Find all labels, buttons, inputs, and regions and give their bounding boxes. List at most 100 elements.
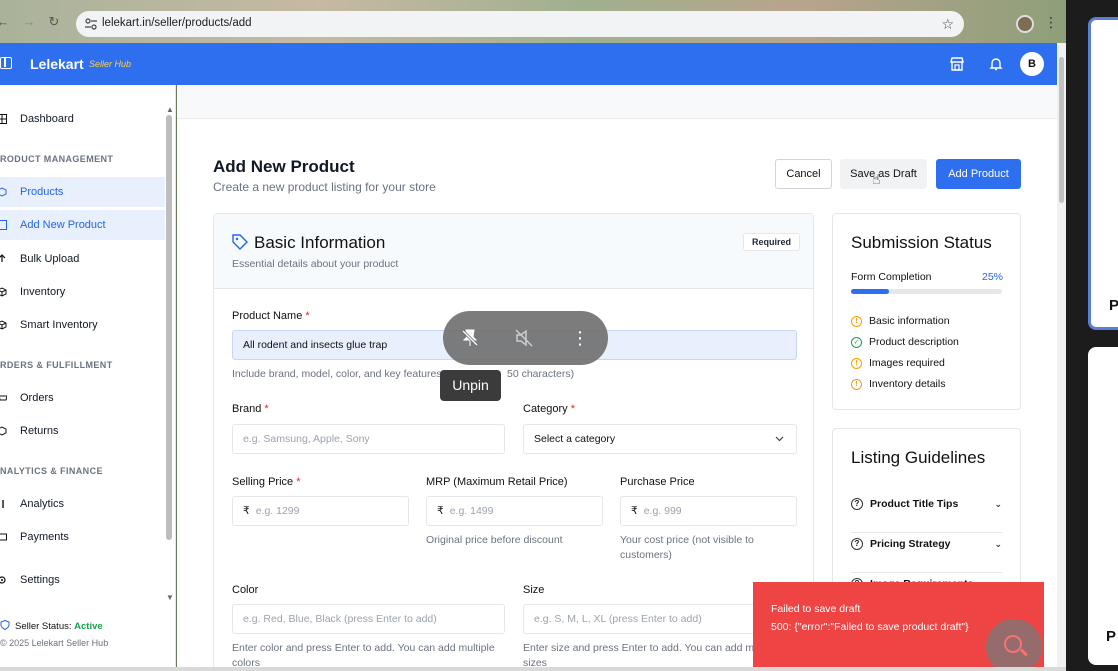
- status-item-images: ! Images required: [851, 357, 945, 369]
- rupee-icon: ₹: [437, 505, 444, 517]
- main-content: Add New Product Create a new product lis…: [177, 85, 1057, 671]
- purchase-price-input[interactable]: ₹ e.g. 999: [620, 496, 797, 526]
- save-draft-button[interactable]: Save as Draft: [840, 159, 927, 189]
- brand-input[interactable]: e.g. Samsung, Apple, Sony: [232, 424, 505, 454]
- mrp-hint: Original price before discount: [426, 534, 563, 546]
- sidebar-section-product-management: RODUCT MANAGEMENT: [0, 154, 114, 164]
- sidebar-item-label: Orders: [20, 392, 54, 404]
- mute-icon[interactable]: [514, 328, 534, 348]
- cart-icon: [0, 395, 7, 401]
- bell-icon[interactable]: [988, 56, 1004, 72]
- shield-icon: [0, 619, 10, 631]
- panel-thumbnail-2[interactable]: P: [1088, 347, 1118, 665]
- sidebar-item-label: Smart Inventory: [20, 319, 98, 331]
- sidebar-toggle-icon[interactable]: [0, 57, 12, 69]
- sidebar-scrollbar[interactable]: [166, 115, 172, 540]
- external-side-panel: P P: [1066, 0, 1118, 671]
- user-avatar[interactable]: B: [1020, 52, 1044, 76]
- reload-icon[interactable]: ↻: [45, 13, 63, 31]
- page-scrollbar-thumb[interactable]: [1059, 57, 1064, 203]
- copyright: © 2025 Lelekart Seller Hub: [0, 638, 109, 648]
- basic-information-card: Basic Information Essential details abou…: [213, 213, 814, 671]
- card-description: Essential details about your product: [232, 258, 399, 270]
- sidebar-item-label: Bulk Upload: [20, 253, 80, 265]
- sidebar-item-label: Analytics: [20, 498, 65, 510]
- app-header: Lelekart Seller Hub B: [0, 43, 1057, 85]
- warning-icon: !: [851, 358, 862, 369]
- zoom-button[interactable]: [986, 619, 1042, 671]
- selling-price-input[interactable]: ₹ e.g. 1299: [232, 496, 409, 526]
- back-icon[interactable]: ←: [0, 13, 12, 31]
- rupee-icon: ₹: [243, 505, 250, 517]
- chevron-down-icon: [775, 436, 784, 442]
- panel-label: P: [1109, 297, 1118, 314]
- url-text[interactable]: lelekart.in/seller/products/add: [102, 17, 252, 29]
- sidebar-item-label: Inventory: [20, 286, 66, 298]
- page-subtitle: Create a new product listing for your st…: [213, 180, 436, 194]
- toast-title: Failed to save draft: [771, 603, 861, 615]
- card-icon: [0, 533, 7, 541]
- hand-cursor-icon: ☝: [872, 171, 881, 187]
- browser-menu-icon[interactable]: ⋮: [1044, 14, 1058, 31]
- size-label: Size: [523, 584, 545, 596]
- rupee-icon: ₹: [631, 505, 638, 517]
- product-name-hint: Include brand, model, color, and key fea…: [232, 368, 442, 380]
- package-icon: [0, 320, 7, 330]
- sidebar-item-payments[interactable]: Payments: [0, 522, 165, 552]
- brand-name[interactable]: Lelekart: [30, 56, 84, 72]
- guideline-product-title-tips[interactable]: ? Product Title Tips ⌄: [851, 494, 1002, 533]
- status-item-basic-info: ! Basic information: [851, 315, 950, 327]
- chevron-down-icon: ⌄: [994, 499, 1002, 509]
- color-label: Color: [232, 584, 259, 596]
- progress-fill: [851, 289, 889, 294]
- sidebar-item-label: Settings: [20, 574, 60, 586]
- category-select[interactable]: Select a category: [523, 424, 797, 454]
- sidebar-item-inventory[interactable]: Inventory: [0, 277, 165, 307]
- add-product-button[interactable]: Add Product: [936, 159, 1021, 189]
- upload-icon: [0, 254, 6, 262]
- form-completion-label: Form Completion: [851, 271, 932, 283]
- required-badge: Required: [743, 233, 801, 251]
- sidebar-item-dashboard[interactable]: Dashboard: [0, 104, 165, 134]
- sidebar-item-bulk-upload[interactable]: Bulk Upload: [0, 244, 165, 274]
- bookmark-star-icon[interactable]: ☆: [941, 16, 954, 33]
- form-completion-progress: [851, 289, 1002, 294]
- sidebar-scroll-down-icon[interactable]: ▼: [166, 593, 174, 602]
- sidebar-item-smart-inventory[interactable]: Smart Inventory: [0, 310, 165, 340]
- submission-status-card: Submission Status Form Completion 25% ! B…: [832, 213, 1021, 410]
- help-circle-icon: ?: [851, 538, 863, 550]
- sidebar-section-analytics-finance: NALYTICS & FINANCE: [0, 466, 103, 476]
- product-name-label: Product Name *: [232, 310, 310, 322]
- address-bar[interactable]: lelekart.in/seller/products/add ☆: [76, 11, 964, 37]
- sidebar-item-returns[interactable]: Returns: [0, 416, 165, 446]
- bar-chart-icon: [2, 500, 4, 508]
- brand-subtitle: Seller Hub: [89, 59, 132, 69]
- sidebar-item-orders[interactable]: Orders: [0, 383, 165, 413]
- sidebar-item-label: Dashboard: [20, 113, 74, 125]
- sidebar-item-analytics[interactable]: Analytics: [0, 489, 165, 519]
- box-icon: [0, 187, 7, 197]
- page-scrollbar[interactable]: [1057, 43, 1066, 667]
- guideline-pricing-strategy[interactable]: ? Pricing Strategy ⌄: [851, 534, 1002, 573]
- sidebar-item-settings[interactable]: Settings: [0, 565, 165, 595]
- forward-icon[interactable]: →: [20, 13, 38, 31]
- check-circle-icon: ✓: [851, 337, 862, 348]
- sidebar-item-add-new-product[interactable]: Add New Product: [0, 210, 165, 240]
- cancel-button[interactable]: Cancel: [775, 159, 832, 189]
- seller-status-value: Active: [74, 621, 103, 632]
- panel-thumbnail-1[interactable]: P: [1088, 17, 1118, 330]
- sidebar-scroll-up-icon[interactable]: ▲: [166, 105, 174, 114]
- sidebar-item-products[interactable]: Products: [0, 177, 165, 207]
- return-icon: [0, 426, 7, 436]
- unpin-icon[interactable]: [460, 328, 480, 348]
- card-header: Basic Information Essential details abou…: [214, 214, 813, 289]
- color-input[interactable]: e.g. Red, Blue, Black (press Enter to ad…: [232, 604, 505, 634]
- sub-header-bar: [177, 85, 1057, 119]
- browser-profile-avatar[interactable]: [1016, 15, 1034, 33]
- brand-label: Brand *: [232, 403, 269, 415]
- store-icon[interactable]: [949, 56, 965, 72]
- mrp-input[interactable]: ₹ e.g. 1499: [426, 496, 603, 526]
- more-options-icon[interactable]: ⋮: [570, 328, 590, 348]
- form-completion-percent: 25%: [982, 271, 1004, 283]
- site-settings-icon[interactable]: [84, 17, 98, 31]
